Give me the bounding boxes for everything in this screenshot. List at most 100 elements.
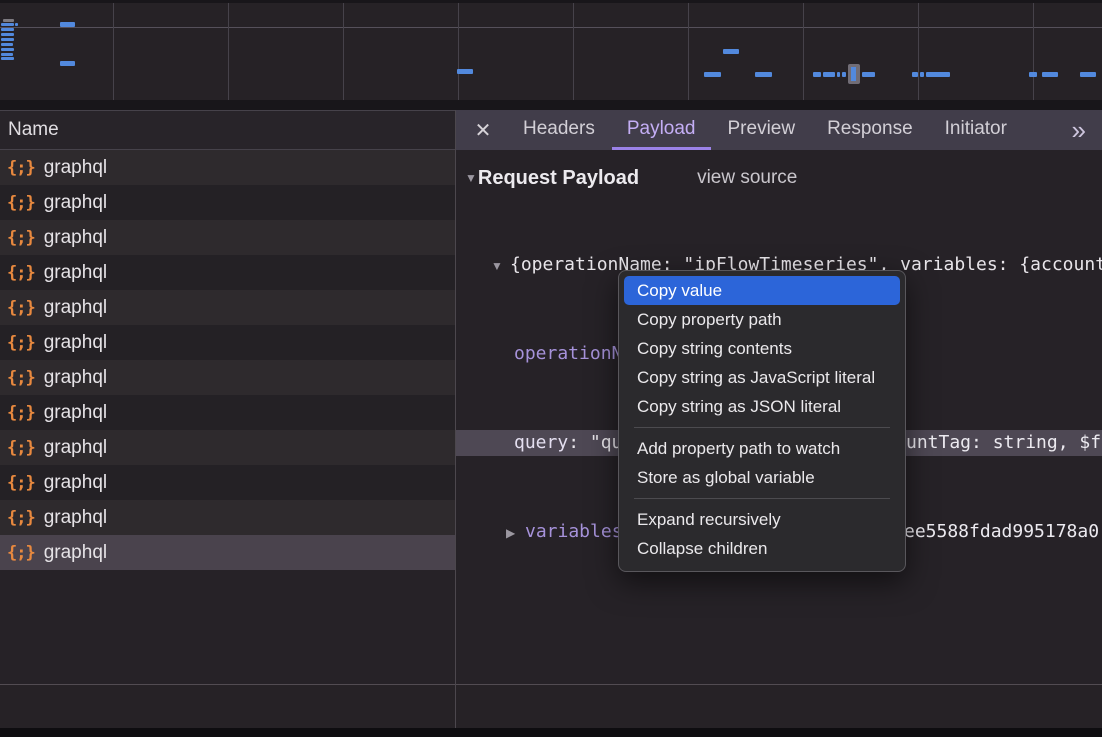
request-name: graphql [44, 542, 107, 564]
chevron-double-right-icon: » [1072, 115, 1086, 146]
property-value-left: : "qu [568, 432, 622, 453]
tab-initiator[interactable]: Initiator [930, 110, 1022, 150]
tab-label: Headers [523, 118, 595, 140]
json-resource-icon: {;} [7, 508, 35, 528]
menu-item-copy-value[interactable]: Copy value [624, 276, 900, 305]
request-row[interactable]: {;} graphql [0, 290, 455, 325]
network-activity-bar [1, 28, 14, 31]
menu-item-copy-string-json-literal[interactable]: Copy string as JSON literal [619, 392, 905, 421]
json-resource-icon: {;} [7, 368, 35, 388]
request-row[interactable]: {;}graphql [0, 500, 455, 535]
request-row[interactable]: {;}graphql [0, 150, 455, 185]
json-resource-icon: {;} [7, 263, 35, 283]
devtools-window: Name {;}graphql{;}graphql{;}graphql{;}gr… [0, 0, 1102, 737]
details-tab-bar: ✕ Headers Payload Preview Response Initi… [456, 110, 1102, 150]
json-resource-icon: {;} [7, 403, 35, 423]
overview-gridline [918, 3, 919, 100]
network-activity-bar [1, 33, 14, 36]
section-title: Request Payload [478, 167, 639, 190]
network-activity-bar [842, 72, 846, 77]
close-button[interactable]: ✕ [472, 110, 494, 150]
view-source-link[interactable]: view source [697, 167, 797, 189]
network-activity-bar [1, 53, 13, 56]
request-row[interactable]: {;}graphql [0, 535, 455, 570]
menu-item-copy-property-path[interactable]: Copy property path [619, 305, 905, 334]
property-value-fragment: untTag: string, $f [906, 430, 1101, 456]
json-resource-icon: {;} [7, 228, 35, 248]
more-tabs-button[interactable]: » [1072, 110, 1086, 150]
overview-gridline [803, 3, 804, 100]
window-bottom-edge [0, 728, 1102, 737]
network-overview[interactable] [0, 0, 1102, 100]
overview-selection-marker[interactable] [848, 64, 860, 84]
name-column-label: Name [8, 119, 59, 141]
request-row[interactable]: {;} graphql [0, 465, 455, 500]
triangle-down-icon[interactable]: ▼ [465, 171, 477, 185]
request-row[interactable]: {;} graphql [0, 395, 455, 430]
overview-gridline [688, 3, 689, 100]
network-activity-bar [823, 72, 835, 77]
overview-gridline [458, 3, 459, 100]
request-list: {;} graphql {;} graphql {;} graphql {;} graphql… [0, 150, 455, 570]
tab-label: Payload [627, 118, 696, 140]
menu-item-copy-string-contents[interactable]: Copy string contents [619, 334, 905, 363]
request-row[interactable]: {;} graphql [0, 430, 455, 465]
request-row[interactable]: {;} graphql [0, 255, 455, 290]
network-activity-bar [1029, 72, 1037, 77]
network-activity-bar [723, 49, 739, 54]
overview-gridline [343, 3, 344, 100]
tab-preview[interactable]: Preview [713, 110, 811, 150]
menu-item-store-as-global-variable[interactable]: Store as global variable [619, 463, 905, 492]
tab-payload[interactable]: Payload [612, 110, 711, 150]
request-row[interactable]: {;} graphql [0, 325, 455, 360]
tab-response[interactable]: Response [812, 110, 928, 150]
request-name: graphql [44, 367, 107, 389]
property-value-fragment: ee5588fdad995178a0 [904, 519, 1099, 545]
request-row[interactable]: {;}graphql [0, 220, 455, 255]
name-column-header[interactable]: Name [0, 110, 455, 150]
network-activity-bar [1, 57, 14, 60]
overview-selection-bar [851, 67, 856, 81]
json-resource-icon: {;} [7, 438, 35, 458]
overview-gridline [113, 3, 114, 100]
request-name: graphql [44, 297, 107, 319]
property-key: query [514, 432, 568, 453]
menu-separator [634, 427, 890, 428]
network-activity-bar [3, 19, 14, 22]
request-row[interactable]: {;}graphql [0, 185, 455, 220]
triangle-right-icon[interactable]: ▶ [506, 520, 525, 545]
tab-headers[interactable]: Headers [508, 110, 610, 150]
network-activity-bar [1, 23, 14, 26]
network-activity-bar [755, 72, 772, 77]
overview-gridline [1033, 3, 1034, 100]
request-name: graphql [44, 262, 107, 284]
json-resource-icon: {;} [7, 333, 35, 353]
overview-row-divider [0, 27, 1102, 28]
context-menu: Copy value Copy property path Copy strin… [618, 270, 906, 572]
network-activity-bar [862, 72, 875, 77]
json-resource-icon: {;} [7, 298, 35, 318]
network-activity-bar [704, 72, 721, 77]
json-resource-icon: {;} [7, 193, 35, 213]
request-name: graphql [44, 402, 107, 424]
json-resource-icon: {;} [7, 473, 35, 493]
request-row[interactable]: {;} graphql [0, 360, 455, 395]
triangle-down-icon[interactable]: ▼ [491, 253, 510, 278]
close-icon: ✕ [475, 118, 492, 143]
network-activity-bar [926, 72, 950, 77]
tab-label: Preview [728, 118, 796, 140]
tab-label: Initiator [945, 118, 1007, 140]
overview-gridline [228, 3, 229, 100]
network-activity-bar [837, 72, 840, 77]
network-activity-bar [1, 38, 14, 41]
panel-divider[interactable] [455, 110, 456, 728]
menu-item-expand-recursively[interactable]: Expand recursively [619, 505, 905, 534]
menu-item-collapse-children[interactable]: Collapse children [619, 534, 905, 563]
request-name: graphql [44, 437, 107, 459]
menu-item-add-property-path-to-watch[interactable]: Add property path to watch [619, 434, 905, 463]
request-name: graphql [44, 472, 107, 494]
network-activity-bar [60, 22, 75, 27]
menu-separator [634, 498, 890, 499]
menu-item-copy-string-js-literal[interactable]: Copy string as JavaScript literal [619, 363, 905, 392]
request-name: graphql [44, 332, 107, 354]
